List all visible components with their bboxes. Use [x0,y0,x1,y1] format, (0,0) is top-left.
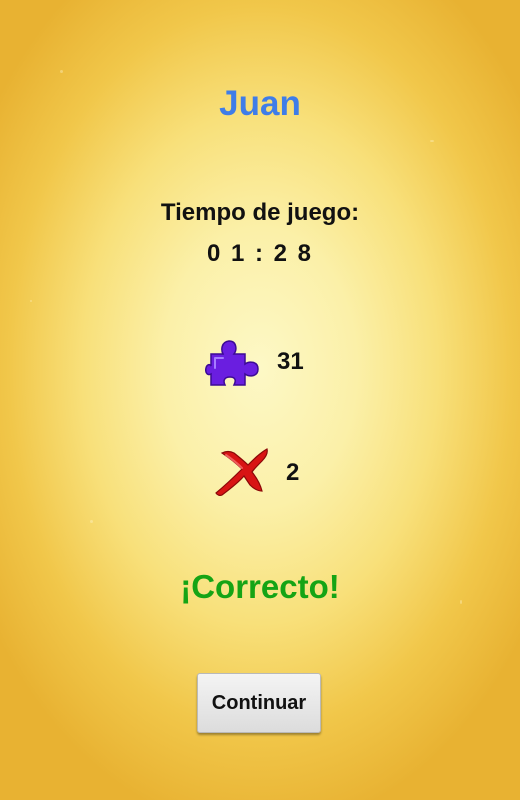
red-x-icon [215,448,268,496]
continue-button[interactable]: Continuar [197,673,321,733]
background-speck [30,300,32,302]
game-time-value: 0 1 : 2 8 [206,240,314,267]
pieces-count: 31 [277,348,304,375]
game-time-label: Tiempo de juego: [160,199,360,226]
background-speck [60,70,63,73]
errors-stat: 2 [0,443,520,503]
player-name: Juan [219,84,301,123]
result-message: ¡Correcto! [180,568,340,605]
errors-count: 2 [286,459,300,486]
background-speck [90,520,93,523]
puzzle-piece-icon [205,340,259,386]
background-speck [430,140,434,142]
pieces-stat: 31 [0,332,520,392]
